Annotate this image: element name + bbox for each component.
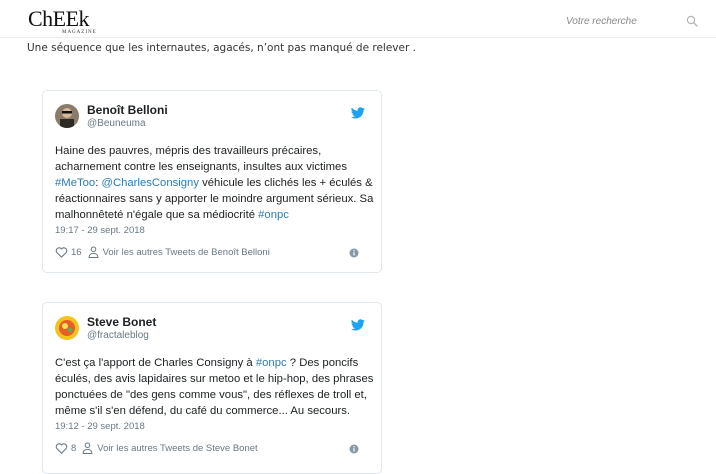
- heart-icon[interactable]: [55, 442, 68, 454]
- likes-count: 16: [71, 246, 82, 258]
- search-input[interactable]: [558, 10, 682, 32]
- tweet-timestamp[interactable]: 19:17 - 29 sept. 2018: [55, 225, 145, 236]
- embedded-tweet: Steve Bonet @fractaleblog C'est ça l'app…: [42, 302, 382, 474]
- more-tweets-link[interactable]: Voir les autres Tweets de Benoît Belloni: [103, 247, 270, 258]
- avatar[interactable]: [55, 316, 79, 340]
- tweet-timestamp[interactable]: 19:12 - 29 sept. 2018: [55, 421, 145, 432]
- tweet-actions: 16 Voir les autres Tweets de Benoît Bell…: [55, 245, 270, 259]
- tweet-author-name[interactable]: Benoît Belloni: [87, 103, 168, 117]
- tweet-actions: 8 Voir les autres Tweets de Steve Bonet: [55, 441, 258, 455]
- tweet-text-part: C'est ça l'apport de Charles Consigny à: [55, 357, 256, 369]
- mention-link[interactable]: @CharlesConsigny: [101, 177, 199, 189]
- more-tweets-link[interactable]: Voir les autres Tweets de Steve Bonet: [97, 443, 257, 454]
- heart-icon[interactable]: [55, 246, 68, 258]
- tweet-text: Haine des pauvres, mépris des travailleu…: [55, 143, 377, 223]
- avatar[interactable]: [55, 104, 79, 128]
- tweet-text-part: Haine des pauvres, mépris des travailleu…: [55, 145, 347, 173]
- embedded-tweet: Benoît Belloni @Beuneuma Haine des pauvr…: [42, 90, 382, 273]
- tweet-author-handle[interactable]: @Beuneuma: [87, 118, 146, 129]
- site-logo-subtitle: MAGAZINE: [62, 30, 97, 35]
- twitter-bird-icon[interactable]: [351, 107, 365, 119]
- tweet-author-name[interactable]: Steve Bonet: [87, 315, 156, 329]
- info-icon[interactable]: [349, 248, 359, 258]
- person-icon[interactable]: [82, 442, 93, 454]
- twitter-bird-icon[interactable]: [351, 319, 365, 331]
- hashtag-link[interactable]: #MeToo: [55, 177, 95, 189]
- likes-count: 8: [71, 442, 77, 454]
- search-icon[interactable]: [686, 15, 698, 27]
- site-header: ChEEk MAGAZINE: [0, 0, 716, 38]
- hashtag-link[interactable]: #onpc: [258, 209, 289, 221]
- article-intro-text: Une séquence que les internautes, agacés…: [27, 42, 416, 54]
- search-box: [558, 10, 708, 34]
- info-icon[interactable]: [349, 444, 359, 454]
- tweet-author-handle[interactable]: @fractaleblog: [87, 330, 149, 341]
- tweet-text: C'est ça l'apport de Charles Consigny à …: [55, 355, 377, 419]
- site-logo[interactable]: ChEEk: [28, 8, 90, 30]
- person-icon[interactable]: [88, 246, 99, 258]
- hashtag-link[interactable]: #onpc: [256, 357, 287, 369]
